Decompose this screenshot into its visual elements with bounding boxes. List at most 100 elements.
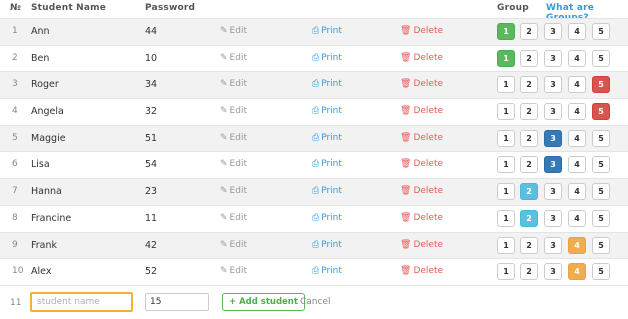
group-button-2[interactable]: 2 <box>520 156 538 174</box>
group-button-3[interactable]: 3 <box>544 236 562 254</box>
edit-label: Edit <box>229 26 247 36</box>
pencil-icon: ✎ <box>220 132 228 143</box>
password-input[interactable] <box>145 293 209 311</box>
group-button-4[interactable]: 4 <box>568 263 586 281</box>
print-link[interactable]: ⎙ Print <box>312 186 342 196</box>
group-button-5[interactable]: 5 <box>592 156 610 174</box>
group-button-5[interactable]: 5 <box>592 183 610 201</box>
group-button-5[interactable]: 5 <box>592 23 610 40</box>
student-name-input[interactable] <box>30 292 133 312</box>
delete-link[interactable]: 🗑 Delete <box>400 106 443 116</box>
group-button-4[interactable]: 4 <box>568 103 586 121</box>
group-button-3[interactable]: 3 <box>544 156 562 174</box>
edit-link[interactable]: ✎ Edit <box>220 159 247 169</box>
table-row: 9 Frank 42 ✎ Edit ⎙ Print 🗑 Delete 1 2 3 4 5 <box>0 231 628 259</box>
delete-label: Delete <box>413 266 444 277</box>
group-button-1[interactable]: 1 <box>497 236 515 254</box>
print-link[interactable]: ⎙ Print <box>312 240 342 250</box>
group-button-2[interactable]: 2 <box>520 129 538 147</box>
group-button-4[interactable]: 4 <box>568 156 586 174</box>
group-button-2[interactable]: 2 <box>520 236 538 254</box>
group-button-1[interactable]: 1 <box>497 156 515 174</box>
print-link[interactable]: ⎙ Print <box>312 106 342 116</box>
group-button-3[interactable]: 3 <box>544 49 562 67</box>
edit-link[interactable]: ✎ Edit <box>220 106 247 116</box>
delete-link[interactable]: 🗑 Delete <box>400 240 443 250</box>
print-link[interactable]: ⎙ Print <box>312 26 342 36</box>
print-link[interactable]: ⎙ Print <box>312 133 342 143</box>
group-button-2[interactable]: 2 <box>520 183 538 201</box>
print-link[interactable]: ⎙ Print <box>312 79 342 89</box>
group-button-4[interactable]: 4 <box>568 209 586 227</box>
student-name: Angela <box>31 106 64 118</box>
group-button-3[interactable]: 3 <box>544 76 562 94</box>
edit-link[interactable]: ✎ Edit <box>220 266 247 276</box>
group-button-3[interactable]: 3 <box>544 209 562 227</box>
group-button-2[interactable]: 2 <box>520 263 538 281</box>
edit-link[interactable]: ✎ Edit <box>220 186 247 196</box>
edit-link[interactable]: ✎ Edit <box>220 213 247 223</box>
pencil-icon: ✎ <box>220 26 228 36</box>
group-button-2[interactable]: 2 <box>520 49 538 67</box>
group-button-1[interactable]: 1 <box>497 23 515 40</box>
group-button-3[interactable]: 3 <box>544 183 562 201</box>
delete-link[interactable]: 🗑 Delete <box>400 26 443 36</box>
group-button-2[interactable]: 2 <box>520 103 538 121</box>
trash-icon: 🗑 <box>400 52 412 63</box>
group-button-1[interactable]: 1 <box>497 129 515 147</box>
group-button-1[interactable]: 1 <box>497 103 515 121</box>
student-password: 44 <box>145 26 158 37</box>
group-button-1[interactable]: 1 <box>497 263 515 281</box>
group-button-5[interactable]: 5 <box>592 76 610 94</box>
group-button-4[interactable]: 4 <box>568 236 586 254</box>
group-button-1[interactable]: 1 <box>497 49 515 67</box>
edit-link[interactable]: ✎ Edit <box>220 53 247 63</box>
group-button-3[interactable]: 3 <box>544 129 562 147</box>
row-number: 5 <box>12 132 18 143</box>
group-button-1[interactable]: 1 <box>497 209 515 227</box>
group-button-2[interactable]: 2 <box>520 76 538 94</box>
group-button-4[interactable]: 4 <box>568 183 586 201</box>
group-button-5[interactable]: 5 <box>592 209 610 227</box>
delete-link[interactable]: 🗑 Delete <box>400 266 443 276</box>
group-button-1[interactable]: 1 <box>497 183 515 201</box>
delete-link[interactable]: 🗑 Delete <box>400 133 443 143</box>
cancel-link[interactable]: Cancel <box>300 297 331 307</box>
row-number: 2 <box>12 52 18 63</box>
edit-label: Edit <box>229 239 247 250</box>
edit-link[interactable]: ✎ Edit <box>220 26 247 36</box>
group-button-5[interactable]: 5 <box>592 49 610 67</box>
group-button-3[interactable]: 3 <box>544 23 562 40</box>
print-link[interactable]: ⎙ Print <box>312 266 342 276</box>
group-button-4[interactable]: 4 <box>568 49 586 67</box>
group-button-5[interactable]: 5 <box>592 129 610 147</box>
trash-icon: 🗑 <box>400 159 412 170</box>
group-button-5[interactable]: 5 <box>592 103 610 121</box>
delete-link[interactable]: 🗑 Delete <box>400 79 443 89</box>
delete-link[interactable]: 🗑 Delete <box>400 213 443 223</box>
group-button-5[interactable]: 5 <box>592 263 610 281</box>
add-student-button[interactable]: + Add student <box>222 293 305 311</box>
edit-link[interactable]: ✎ Edit <box>220 240 247 250</box>
group-button-2[interactable]: 2 <box>520 209 538 227</box>
delete-link[interactable]: 🗑 Delete <box>400 53 443 63</box>
group-button-4[interactable]: 4 <box>568 23 586 40</box>
edit-link[interactable]: ✎ Edit <box>220 79 247 89</box>
delete-link[interactable]: 🗑 Delete <box>400 186 443 196</box>
group-button-4[interactable]: 4 <box>568 129 586 147</box>
group-button-3[interactable]: 3 <box>544 103 562 121</box>
table-row: 3 Roger 34 ✎ Edit ⎙ Print 🗑 Delete 1 2 3 4 5 <box>0 71 628 99</box>
row-number: 10 <box>12 266 24 277</box>
group-button-1[interactable]: 1 <box>497 76 515 94</box>
delete-link[interactable]: 🗑 Delete <box>400 159 443 169</box>
print-link[interactable]: ⎙ Print <box>312 159 342 169</box>
print-link[interactable]: ⎙ Print <box>312 53 342 63</box>
group-button-3[interactable]: 3 <box>544 263 562 281</box>
group-button-5[interactable]: 5 <box>592 236 610 254</box>
student-list: 1 Ann 44 ✎ Edit ⎙ Print 🗑 Delete 1 2 3 4 5 2 Ben 10 ✎ Edit… <box>0 18 628 285</box>
edit-link[interactable]: ✎ Edit <box>220 133 247 143</box>
table-row: 6 Lisa 54 ✎ Edit ⎙ Print 🗑 Delete 1 2 3 4 5 <box>0 151 628 178</box>
print-link[interactable]: ⎙ Print <box>312 213 342 223</box>
group-button-4[interactable]: 4 <box>568 76 586 94</box>
group-button-2[interactable]: 2 <box>520 23 538 40</box>
